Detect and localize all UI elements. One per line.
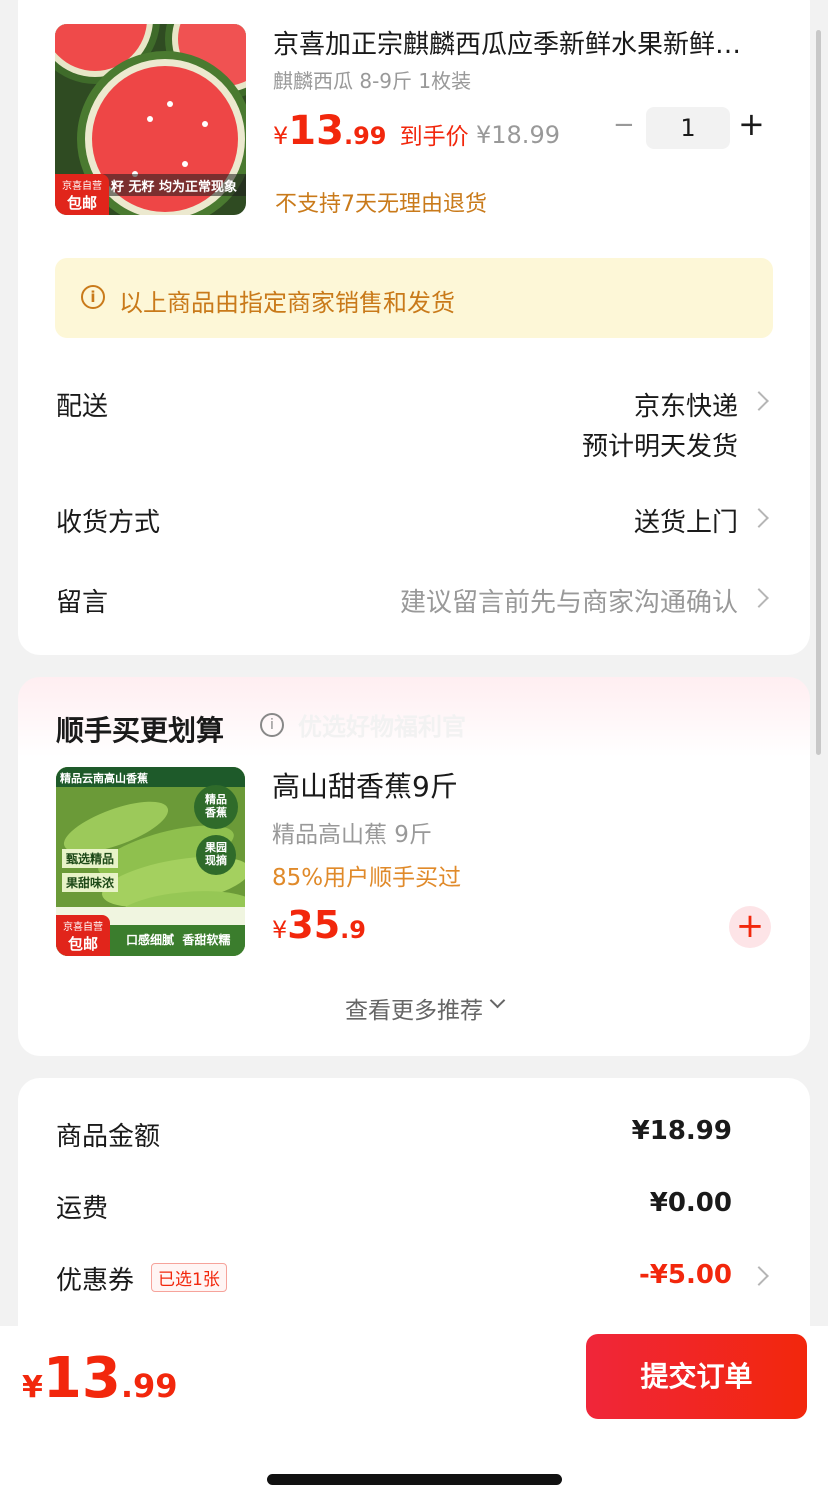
total-integer: 13 bbox=[42, 1346, 121, 1411]
quantity-plus-button[interactable]: + bbox=[738, 105, 765, 143]
product-price: ¥13.99 到手价 bbox=[273, 108, 469, 154]
see-more-label: 查看更多推荐 bbox=[345, 998, 483, 1024]
message-chevron-icon[interactable] bbox=[749, 588, 769, 608]
banana-stamp-2: 果园现摘 bbox=[205, 841, 227, 867]
price-integer: 13 bbox=[288, 108, 344, 154]
banana-stamp-1: 精品香蕉 bbox=[205, 793, 227, 819]
quantity-input[interactable]: 1 bbox=[646, 107, 730, 149]
price-currency: ¥ bbox=[273, 122, 289, 150]
product-title[interactable]: 京喜加正宗麒麟西瓜应季新鲜水果新鲜… bbox=[273, 24, 773, 61]
price-label: 到手价 bbox=[399, 124, 469, 150]
order-card: 籽 无籽 均为正常现象 京喜自营 包邮 京喜加正宗麒麟西瓜应季新鲜水果新鲜… 麒… bbox=[18, 0, 810, 655]
product-image[interactable]: 籽 无籽 均为正常现象 京喜自营 包邮 bbox=[55, 24, 246, 215]
receive-method-label: 收货方式 bbox=[56, 508, 161, 538]
recommend-item-social: 85%用户顺手买过 bbox=[272, 865, 462, 891]
recommend-badge-top-text: 京喜自营 bbox=[63, 922, 103, 933]
recommend-card: 顺手买更划算 i 优选好物福利官 精品云南高山香蕉 甄选精品 果甜味浓 精品香蕉… bbox=[18, 677, 810, 1056]
recommend-item-spec: 精品高山蕉 9斤 bbox=[272, 822, 432, 848]
return-policy-note: 不支持7天无理由退货 bbox=[275, 192, 487, 217]
total-price: ¥13.99 bbox=[22, 1346, 178, 1411]
receive-method-value[interactable]: 送货上门 bbox=[634, 502, 738, 539]
delivery-eta[interactable]: 预计明天发货 bbox=[582, 426, 738, 463]
scrollbar[interactable] bbox=[816, 30, 821, 755]
receive-method-chevron-icon[interactable] bbox=[749, 508, 769, 528]
badge-top-text: 京喜自营 bbox=[62, 181, 102, 192]
delivery-chevron-icon[interactable] bbox=[749, 391, 769, 411]
see-more-recommendations[interactable]: 查看更多推荐 bbox=[18, 991, 810, 1025]
image-caption: 籽 无籽 均为正常现象 bbox=[111, 180, 238, 195]
banana-footer-text: 口感细腻 香甜软糯 bbox=[126, 933, 231, 947]
coupon-chevron-icon[interactable] bbox=[749, 1266, 769, 1286]
total-decimal: .99 bbox=[120, 1367, 178, 1405]
message-input[interactable]: 建议留言前先与商家沟通确认 bbox=[400, 582, 738, 619]
recommend-price-integer: 35 bbox=[287, 903, 341, 947]
quantity-minus-button[interactable]: − bbox=[613, 110, 635, 140]
banana-tag-1: 甄选精品 bbox=[62, 849, 119, 868]
bottom-bar: ¥13.99 提交订单 bbox=[0, 1326, 828, 1504]
chevron-down-icon bbox=[489, 992, 506, 1009]
message-label: 留言 bbox=[56, 588, 109, 618]
delivery-label: 配送 bbox=[56, 392, 109, 422]
recommend-badge-self-operated: 京喜自营 包邮 bbox=[56, 915, 110, 956]
price-decimal: .99 bbox=[343, 122, 387, 150]
recommend-item-title[interactable]: 高山甜香蕉9斤 bbox=[272, 765, 458, 805]
recommend-badge-bottom-text: 包邮 bbox=[67, 935, 98, 953]
recommend-price-decimal: .9 bbox=[340, 916, 366, 944]
banana-tag-2: 果甜味浓 bbox=[62, 873, 119, 892]
recommend-item-image[interactable]: 精品云南高山香蕉 甄选精品 果甜味浓 精品香蕉 果园现摘 口感细腻 香甜软糯 京… bbox=[56, 767, 245, 956]
recommend-add-button[interactable]: + bbox=[729, 906, 771, 948]
shipping-label: 运费 bbox=[56, 1194, 109, 1224]
recommend-price-currency: ¥ bbox=[272, 916, 288, 944]
coupon-label: 优惠券 bbox=[56, 1266, 135, 1296]
goods-amount-label: 商品金额 bbox=[56, 1122, 161, 1152]
recommend-title: 顺手买更划算 bbox=[56, 714, 225, 747]
recommend-info-icon[interactable]: i bbox=[260, 713, 284, 737]
coupon-selected-tag: 已选1张 bbox=[151, 1263, 227, 1292]
product-spec[interactable]: 麒麟西瓜 8-9斤 1枚装 bbox=[273, 65, 471, 94]
delivery-carrier[interactable]: 京东快递 bbox=[634, 386, 738, 423]
goods-amount-value: ¥18.99 bbox=[631, 1116, 732, 1146]
banana-header-text: 精品云南高山香蕉 bbox=[60, 772, 148, 785]
original-price: ¥18.99 bbox=[476, 121, 560, 149]
recommend-watermark: 优选好物福利官 bbox=[298, 713, 466, 741]
coupon-value[interactable]: -¥5.00 bbox=[639, 1260, 732, 1290]
info-icon: i bbox=[81, 285, 105, 309]
submit-order-button[interactable]: 提交订单 bbox=[586, 1334, 807, 1419]
shipping-value: ¥0.00 bbox=[649, 1188, 732, 1218]
home-indicator bbox=[267, 1474, 562, 1485]
total-currency: ¥ bbox=[22, 1370, 43, 1405]
seller-notice: i 以上商品由指定商家销售和发货 bbox=[55, 258, 773, 338]
notice-text: 以上商品由指定商家销售和发货 bbox=[119, 289, 455, 317]
badge-self-operated: 京喜自营 包邮 bbox=[55, 174, 109, 215]
badge-bottom-text: 包邮 bbox=[66, 194, 97, 212]
recommend-item-price: ¥35.9 bbox=[272, 903, 366, 947]
